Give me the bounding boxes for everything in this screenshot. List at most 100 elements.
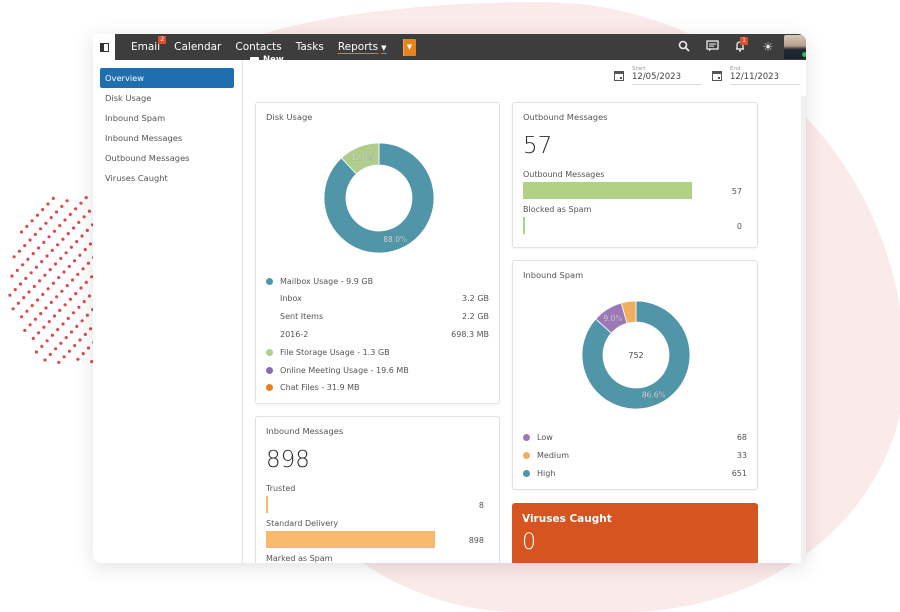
nav-contacts[interactable]: Contacts <box>235 41 281 53</box>
decorative-dot <box>59 256 63 260</box>
bar-track <box>523 217 692 234</box>
decorative-dot <box>53 262 58 266</box>
decorative-dot <box>25 309 29 313</box>
decorative-dot <box>34 265 39 269</box>
decorative-dot <box>52 314 57 318</box>
decorative-dot <box>73 344 77 348</box>
decorative-dot <box>69 245 73 249</box>
decorative-dot <box>73 259 77 263</box>
legend-color-dot <box>266 348 273 356</box>
end-date-field[interactable]: End 12/11/2023 <box>712 66 800 85</box>
legend-label: Mailbox Usage - 9.9 GB <box>280 276 374 286</box>
legend-label: Chat Files - 31.9 MB <box>280 383 360 393</box>
sidebar-item-inbound-spam[interactable]: Inbound Spam <box>100 108 234 128</box>
inbound-messages-card: Inbound Messages 898 Trusted 8 Standard De… <box>255 416 500 563</box>
content-scrollbar[interactable] <box>801 96 806 563</box>
panel-toggle-button[interactable] <box>93 34 115 60</box>
nav-reports[interactable]: Reports ▼ <box>338 41 387 53</box>
legend-label: File Storage Usage - 1.3 GB <box>280 347 390 357</box>
bar-value: 57 <box>731 187 742 196</box>
legend-item: Medium 33 <box>523 448 747 462</box>
decorative-dot <box>44 221 48 225</box>
donut-data-label: 12.0% <box>351 153 375 162</box>
nav-email-label: Email <box>131 41 161 53</box>
legend-value: 33 <box>736 450 747 460</box>
viruses-caught-total: 0 <box>522 530 536 555</box>
sidebar-item-inbound-messages[interactable]: Inbound Messages <box>100 128 234 148</box>
nav-calendar[interactable]: Calendar <box>174 41 221 53</box>
search-button[interactable] <box>670 40 698 55</box>
decorative-dot <box>63 303 67 307</box>
decorative-dot <box>37 331 41 335</box>
decorative-dot <box>39 312 43 316</box>
legend-value: 698.3 MB <box>451 329 489 339</box>
bar-track <box>523 182 692 199</box>
decorative-dot <box>82 300 86 304</box>
decorative-dot <box>28 238 32 242</box>
decorative-dot <box>65 199 69 203</box>
new-dropdown-button[interactable]: ▼ <box>402 38 416 56</box>
decorative-dot <box>61 237 65 241</box>
decorative-dot <box>45 339 49 343</box>
bar-fill <box>266 531 435 548</box>
legend-item: Mailbox Usage - 9.9 GB <box>266 274 489 288</box>
start-date-value[interactable]: 12/05/2023 <box>632 72 702 82</box>
decorative-dot <box>45 254 49 258</box>
decorative-dot <box>42 240 46 244</box>
sidebar-item-disk-usage[interactable]: Disk Usage <box>100 88 234 108</box>
decorative-dot <box>11 307 15 311</box>
decorative-dot <box>70 278 75 282</box>
bar-label: Standard Delivery <box>266 519 339 528</box>
chevron-down-icon: ▼ <box>381 44 387 52</box>
start-date-field[interactable]: Start 12/05/2023 <box>614 66 702 85</box>
decorative-dot <box>43 273 47 277</box>
decorative-dot <box>30 219 34 223</box>
donut-data-label: 88.0% <box>383 235 407 244</box>
legend-value: 651 <box>731 468 747 478</box>
chevron-down-icon: ▼ <box>406 43 413 51</box>
decorative-dot <box>12 255 16 259</box>
sidebar-item-viruses-caught[interactable]: Viruses Caught <box>100 168 234 188</box>
decorative-dot <box>77 305 81 309</box>
chat-button[interactable] <box>698 39 726 55</box>
decorative-dot <box>29 271 33 275</box>
theme-toggle-button[interactable]: ☀ <box>754 40 782 54</box>
legend-color-dot <box>266 384 273 392</box>
decorative-dot <box>19 230 24 234</box>
legend-color-dot <box>523 433 530 441</box>
decorative-dot <box>32 284 36 288</box>
decorative-dot <box>20 315 24 319</box>
legend-label: Online Meeting Usage - 19.6 MB <box>280 365 409 375</box>
sidebar-item-outbound-messages[interactable]: Outbound Messages <box>100 148 234 168</box>
decorative-dot <box>55 295 59 299</box>
legend-value: 3.2 GB <box>462 294 489 304</box>
decorative-dot <box>81 352 85 356</box>
legend-color-dot <box>266 366 273 374</box>
decorative-dot <box>50 248 54 252</box>
inbound-spam-donut-chart: 86.6% 9.0% 752 <box>581 300 691 410</box>
decorative-dot <box>58 224 62 228</box>
decorative-dot <box>62 355 66 359</box>
decorative-dot <box>78 253 82 257</box>
decorative-dot <box>16 301 20 305</box>
user-avatar[interactable] <box>784 35 806 59</box>
calendar-icon <box>712 71 722 81</box>
nav-email[interactable]: Email 2 <box>131 36 167 53</box>
viruses-caught-card: Viruses Caught 0 <box>512 503 758 563</box>
notifications-button[interactable]: 1 <box>726 36 754 55</box>
decorative-dot <box>84 280 88 284</box>
sidebar-item-overview[interactable]: Overview <box>100 68 234 88</box>
decorative-dot <box>26 257 30 261</box>
decorative-dot <box>83 332 87 336</box>
legend-color-dot <box>523 451 530 459</box>
decorative-dot <box>59 341 63 345</box>
decorative-dot <box>50 333 55 337</box>
decorative-dot <box>78 338 82 342</box>
decorative-dot <box>13 288 17 292</box>
end-date-value[interactable]: 12/11/2023 <box>730 72 800 82</box>
decorative-dot <box>28 323 32 327</box>
new-button-group: New ▼ <box>250 38 416 65</box>
nav-tasks[interactable]: Tasks <box>296 41 324 53</box>
decorative-dot <box>27 290 31 294</box>
decorative-dot <box>48 268 52 272</box>
